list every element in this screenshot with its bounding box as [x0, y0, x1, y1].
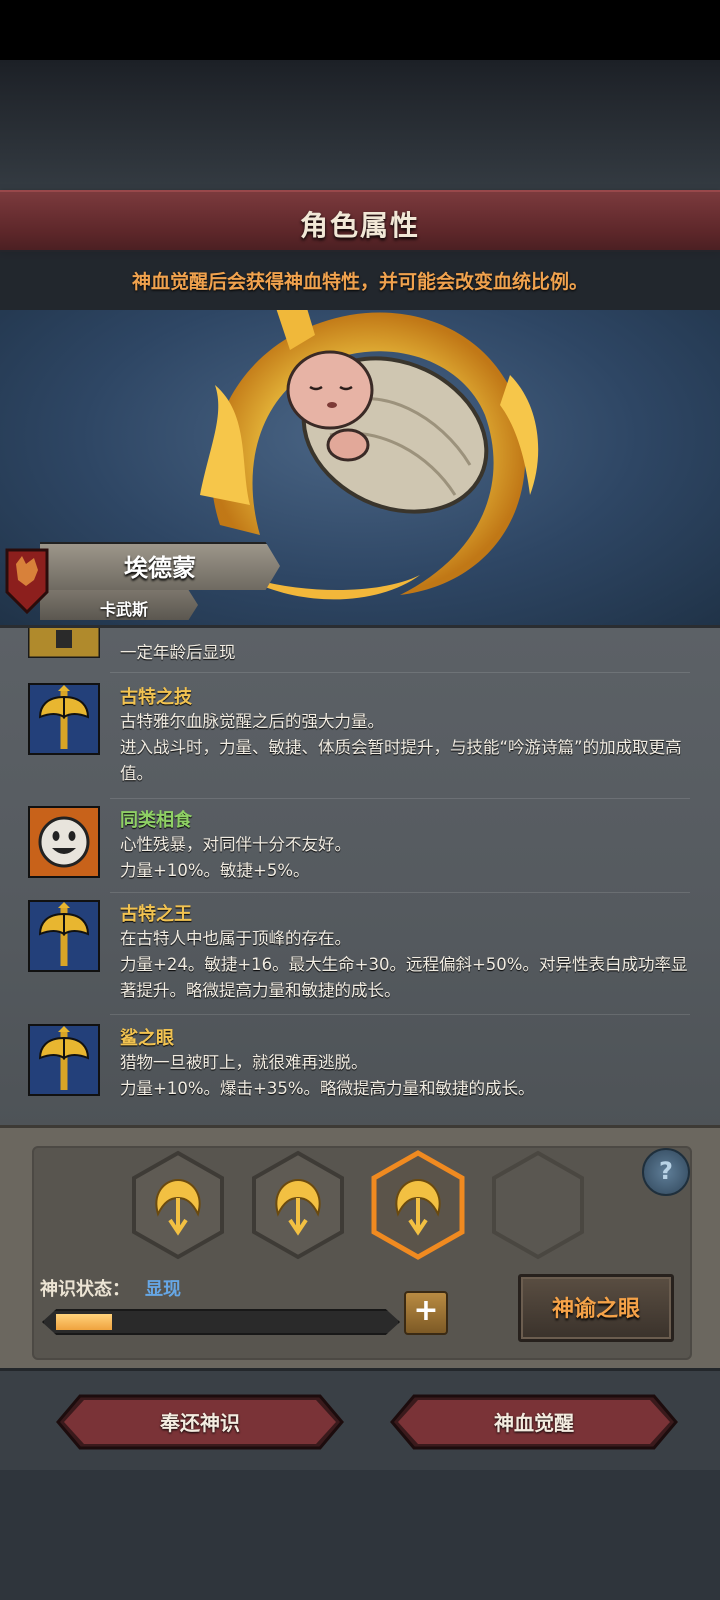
divider [110, 798, 690, 799]
trait-description: 古特雅尔血脉觉醒之后的强大力量。 进入战斗时，力量、敏捷、体质会暂时提升，与技能… [120, 712, 682, 783]
helmet-icon [28, 628, 100, 658]
character-clan: 卡武斯 [99, 600, 148, 619]
background-bottom [0, 1470, 720, 1600]
trait-name: 古特之王 [120, 904, 192, 925]
axe-icon [28, 1024, 100, 1096]
divider [110, 892, 690, 893]
subtitle-bar: 神血觉醒后会获得神血特性，并可能会改变血统比例。 [0, 250, 720, 310]
help-button[interactable]: ? [642, 1148, 690, 1196]
subtitle-text: 神血觉醒后会获得神血特性，并可能会改变血统比例。 [131, 271, 588, 293]
trait-description: 一定年龄后显现 [120, 643, 236, 662]
header-bar: 角色属性 [0, 190, 720, 252]
page-title: 角色属性 [299, 209, 420, 242]
progress-bar [42, 1309, 400, 1335]
trait-name: 同类相食 [120, 810, 192, 831]
status-bar-area [0, 0, 720, 60]
status-label: 神识状态： [40, 1279, 130, 1300]
trait-name: 古特之技 [120, 687, 192, 708]
trait-description: 猎物一旦被盯上，就很难再逃脱。 力量+10%。爆击+35%。略微提高力量和敏捷的… [120, 1053, 535, 1098]
divine-slot-4-empty[interactable] [490, 1150, 586, 1260]
divider [110, 672, 690, 673]
trait-description: 心性残暴，对同伴十分不友好。 力量+10%。敏捷+5%。 [120, 835, 351, 880]
return-divine-sense-label[interactable]: 奉还神识 [56, 1407, 344, 1436]
wolf-crest-icon [5, 548, 49, 615]
add-button[interactable]: + [404, 1291, 448, 1335]
divider [110, 1014, 690, 1015]
oracle-eye-label[interactable]: 神谕之眼 [518, 1291, 674, 1323]
divine-slot-1[interactable] [130, 1150, 226, 1260]
axe-icon [28, 900, 100, 972]
character-name: 埃德蒙 [124, 554, 196, 582]
trait-name: 鲨之眼 [120, 1028, 174, 1049]
divine-awaken-label[interactable]: 神血觉醒 [390, 1407, 678, 1436]
trait-list[interactable]: 一定年龄后显现 古特之技 古特雅尔血脉觉醒之后的强大力量。 进入战斗时，力量、敏… [0, 625, 720, 1128]
trait-description: 在古特人中也属于顶峰的存在。 力量+24。敏捷+16。最大生命+30。远程偏斜+… [120, 929, 688, 1000]
background-top [0, 60, 720, 190]
divine-slot-2[interactable] [250, 1150, 346, 1260]
smiley-icon [28, 806, 100, 878]
divine-slot-3-selected[interactable] [370, 1150, 466, 1260]
status-value: 显现 [145, 1279, 181, 1300]
axe-icon [28, 683, 100, 755]
progress-fill [56, 1314, 112, 1330]
